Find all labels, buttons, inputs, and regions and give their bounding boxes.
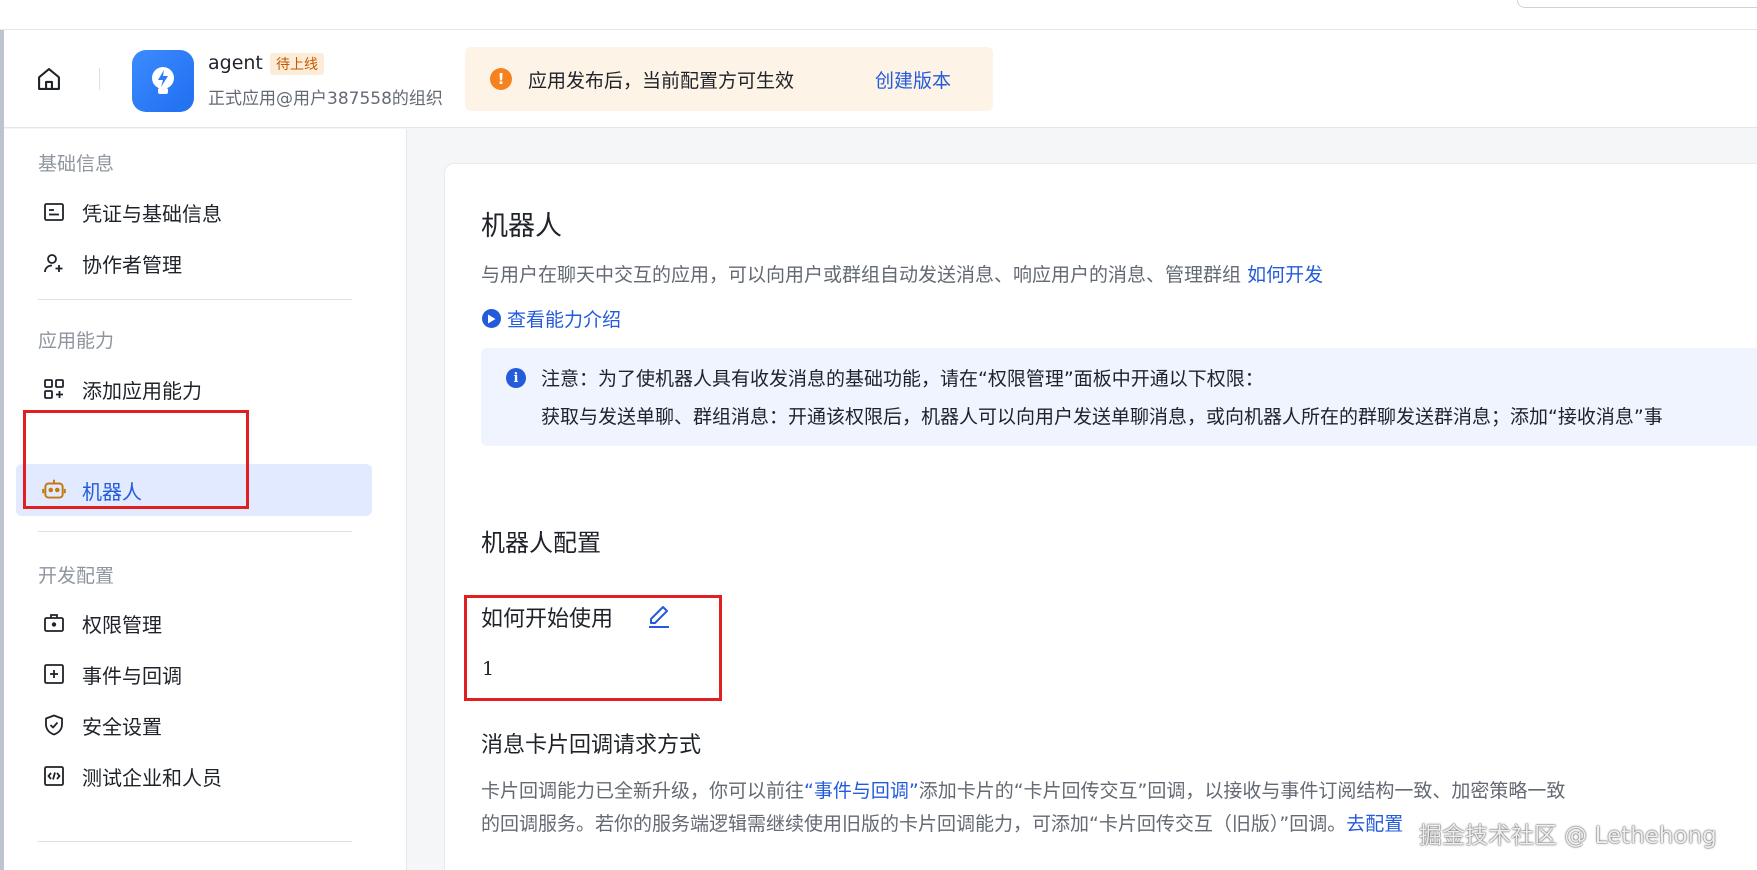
top-bar [0,0,1757,30]
how-to-develop-link[interactable]: 如何开发 [1247,264,1323,286]
sidebar: 基础信息 凭证与基础信息 协作者管理 应用能力 添加应用能力 机器人 开发配置 … [4,129,407,870]
home-icon [38,68,60,90]
go-configure-link[interactable]: 去配置 [1346,813,1403,835]
section-title-card-callback: 消息卡片回调请求方式 [481,733,702,758]
view-intro-link[interactable]: 查看能力介绍 [482,305,621,332]
desc-text: 卡片回调能力已全新升级，你可以前往 [481,780,805,802]
section-title-dev-config: 开发配置 [38,565,115,587]
desc-text: 添加卡片的“卡片回传交互”回调，以接收与事件订阅结构一致、加密策略一致 [918,780,1566,802]
code-box-icon [41,763,67,789]
notice-line-1: 注意：为了使机器人具有收发消息的基础功能，请在“权限管理”面板中开通以下权限： [541,368,1264,390]
view-intro-label: 查看能力介绍 [507,309,622,331]
play-icon [482,309,501,328]
page-description: 与用户在聊天中交互的应用，可以向用户或群组自动发送消息、响应用户的消息、管理群组… [481,260,1323,287]
section-title-capabilities: 应用能力 [38,330,115,352]
sidebar-item-add-capability[interactable]: 添加应用能力 [16,363,372,415]
sidebar-item-collaborators[interactable]: 协作者管理 [16,237,372,289]
sidebar-item-label: 安全设置 [82,714,162,739]
home-button[interactable] [32,62,66,96]
app-org: 正式应用@用户387558的组织 [208,89,443,109]
sidebar-item-label: 协作者管理 [82,252,182,277]
info-icon: i [506,368,526,388]
desc-text: 的回调服务。若你的服务端逻辑需继续使用旧版的卡片回调能力，可添加“卡片回传交互（… [481,813,1347,835]
section-title-robot-config: 机器人配置 [481,529,601,557]
create-version-link[interactable]: 创建版本 [875,66,951,93]
shield-check-icon [41,712,67,738]
search-input[interactable] [1517,0,1757,8]
events-callbacks-link[interactable]: “事件与回调” [804,780,919,802]
card-callback-desc-line-2: 的回调服务。若你的服务端逻辑需继续使用旧版的卡片回调能力，可添加“卡片回传交互（… [481,809,1403,836]
notice-line-2: 获取与发送单聊、群组消息：开通该权限后，机器人可以向用户发送单聊消息，或向机器人… [541,406,1663,428]
sidebar-item-label: 测试企业和人员 [82,765,222,790]
sidebar-item-events[interactable]: 事件与回调 [16,648,372,700]
edit-icon[interactable] [645,601,673,633]
sidebar-item-robot[interactable]: 机器人 [16,464,372,516]
lightbulb-bolt-icon [152,67,174,94]
sidebar-item-label: 添加应用能力 [82,378,202,403]
card-callback-desc-line-1: 卡片回调能力已全新升级，你可以前往“事件与回调”添加卡片的“卡片回传交互”回调，… [481,776,1565,803]
header-divider [99,68,100,90]
sidebar-divider [38,299,352,300]
sidebar-item-test-tenants[interactable]: 测试企业和人员 [16,750,372,802]
notice-text: 应用发布后，当前配置方可生效 [528,70,795,92]
notice-banner: ! 应用发布后，当前配置方可生效 创建版本 [465,47,993,111]
section-title-basic: 基础信息 [38,153,115,175]
sidebar-item-security[interactable]: 安全设置 [16,699,372,751]
sidebar-item-label: 机器人 [82,479,142,504]
add-user-icon [41,250,67,276]
status-badge: 待上线 [270,53,324,75]
permission-notice: i 注意：为了使机器人具有收发消息的基础功能，请在“权限管理”面板中开通以下权限… [481,348,1757,446]
robot-card: 机器人 与用户在聊天中交互的应用，可以向用户或群组自动发送消息、响应用户的消息、… [444,163,1757,870]
description-text: 与用户在聊天中交互的应用，可以向用户或群组自动发送消息、响应用户的消息、管理群组 [481,264,1242,286]
app-logo [132,50,194,112]
field-label-getting-started: 如何开始使用 [481,607,614,632]
app-name: agent [208,52,263,74]
sidebar-divider [38,531,352,532]
app-header: agent 待上线 正式应用@用户387558的组织 ! 应用发布后，当前配置方… [4,30,1757,128]
plus-square-icon [41,661,67,687]
robot-icon [41,477,67,503]
sidebar-item-label: 权限管理 [82,612,162,637]
sidebar-item-label: 凭证与基础信息 [82,201,222,226]
sidebar-item-permissions[interactable]: 权限管理 [16,597,372,649]
id-card-icon [41,199,67,225]
sidebar-divider [38,841,352,842]
page-title: 机器人 [481,211,562,242]
warning-icon: ! [490,68,512,90]
watermark: 掘金技术社区 @ Lethehong [1419,823,1717,849]
sidebar-item-credentials[interactable]: 凭证与基础信息 [16,186,372,238]
briefcase-lock-icon [41,610,67,636]
sidebar-item-label: 事件与回调 [82,663,182,688]
field-value-getting-started: 1 [482,658,495,680]
add-apps-icon [41,376,67,402]
